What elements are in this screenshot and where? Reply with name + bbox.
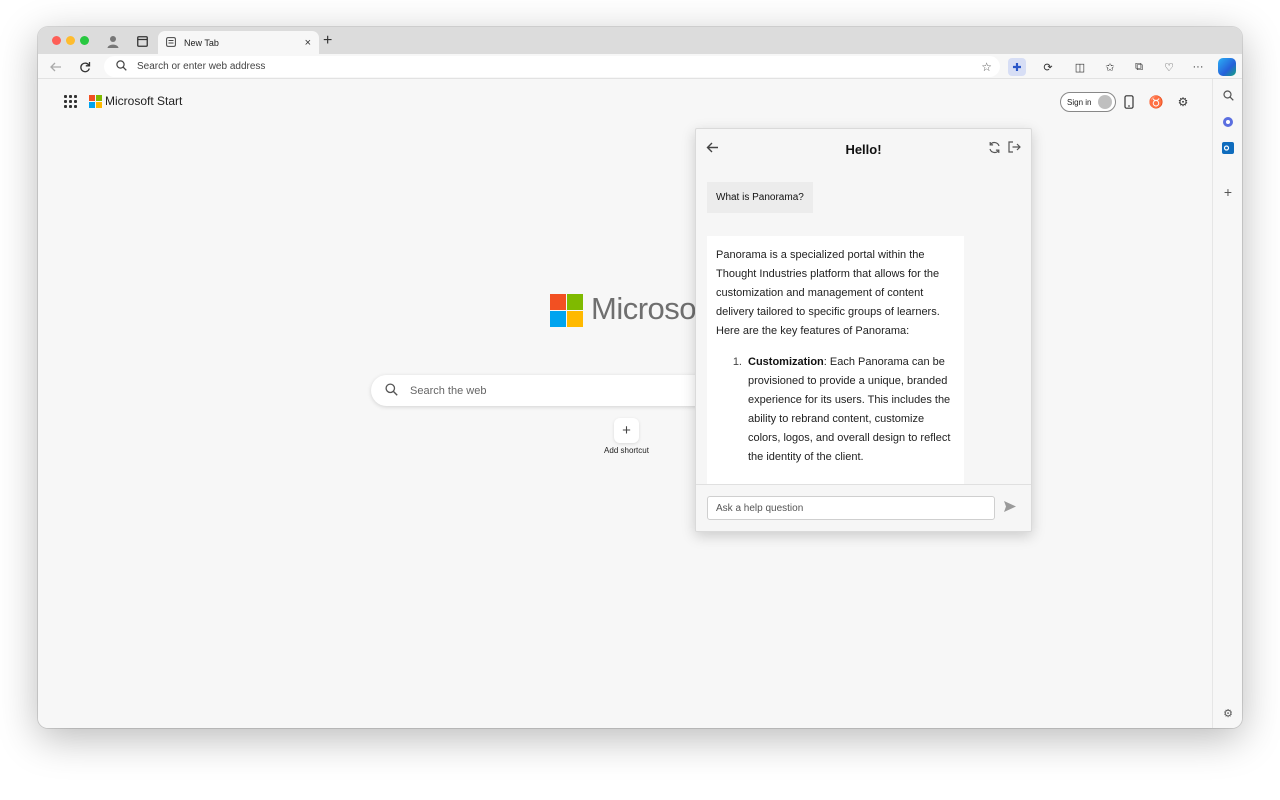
page-icon [166, 36, 176, 49]
browser-window: New Tab × + Search or enter web address … [38, 27, 1242, 728]
answer-intro: Panorama is a specialized portal within … [716, 249, 940, 337]
extension-active-icon[interactable]: ✚ [1008, 58, 1026, 76]
tab-actions-icon[interactable] [134, 33, 150, 49]
add-shortcut-button[interactable]: + [614, 418, 639, 443]
exit-icon[interactable] [1008, 141, 1021, 156]
favorite-star-icon[interactable]: ☆ [981, 60, 992, 74]
sidebar-outlook-icon[interactable] [1220, 140, 1236, 156]
copilot-icon[interactable] [1218, 58, 1236, 76]
minimize-window-button[interactable] [66, 36, 75, 45]
close-window-button[interactable] [52, 36, 61, 45]
avatar [1098, 95, 1112, 109]
browser-essentials-icon[interactable]: ♡ [1160, 58, 1178, 76]
send-icon[interactable] [1003, 500, 1017, 516]
tab-title: New Tab [184, 37, 219, 48]
tab-close-icon[interactable]: × [305, 37, 311, 49]
web-search-placeholder: Search the web [410, 384, 487, 397]
microsoft-logo-icon [89, 95, 102, 108]
more-menu-icon[interactable]: ··· [1189, 58, 1207, 76]
maximize-window-button[interactable] [80, 36, 89, 45]
favorites-icon[interactable]: ✩ [1101, 58, 1119, 76]
panel-header: Hello! [696, 129, 1031, 169]
add-shortcut-label: Add shortcut [604, 446, 649, 455]
back-arrow-icon[interactable] [706, 140, 719, 157]
search-icon [116, 59, 127, 74]
tab-new-tab[interactable]: New Tab × [158, 31, 319, 54]
extensions-puzzle-icon[interactable]: ⟳ [1039, 58, 1057, 76]
sidebar-add-icon[interactable]: + [1220, 184, 1236, 200]
panel-footer [696, 484, 1031, 531]
help-chat-panel: Hello! What is Panorama? Panorama is a s… [695, 128, 1032, 532]
refresh-icon[interactable] [76, 58, 94, 76]
microsoft-large-logo-icon [550, 294, 583, 327]
settings-gear-icon[interactable]: ⚙ [1175, 94, 1191, 110]
address-placeholder: Search or enter web address [137, 61, 266, 72]
sign-in-label: Sign in [1067, 97, 1092, 107]
answer-list: 1. Customization: Each Panorama can be p… [716, 353, 955, 467]
web-search-box[interactable]: Search the web [371, 375, 701, 406]
toolbar: Search or enter web address ☆ ✚ ⟳ ◫ ✩ ⧉ … [38, 54, 1242, 79]
search-icon [385, 382, 398, 399]
edge-sidebar: + ⚙ [1212, 79, 1242, 728]
list-item-number: 1. [732, 356, 742, 368]
help-question-input[interactable] [707, 496, 995, 520]
app-launcher-icon[interactable] [64, 95, 77, 108]
sidebar-search-icon[interactable] [1220, 87, 1236, 103]
user-message: What is Panorama? [707, 182, 813, 213]
sign-in-button[interactable]: Sign in [1060, 92, 1116, 112]
address-bar[interactable]: Search or enter web address ☆ [104, 56, 1000, 77]
phone-icon[interactable] [1121, 94, 1137, 110]
rewards-icon[interactable]: ♉ [1148, 94, 1164, 110]
list-item-text: : Each Panorama can be provisioned to pr… [748, 356, 951, 463]
collections-icon[interactable]: ⧉ [1130, 58, 1148, 76]
new-tab-button[interactable]: + [323, 32, 332, 50]
new-tab-page: Microsoft Start Microsoft Search the web… [38, 79, 1212, 728]
title-bar: New Tab × + [38, 27, 1242, 54]
list-item: 1. Customization: Each Panorama can be p… [716, 353, 955, 467]
back-icon[interactable] [47, 58, 65, 76]
microsoft-start-link[interactable]: Microsoft Start [105, 94, 182, 108]
assistant-message: Panorama is a specialized portal within … [707, 236, 964, 486]
profile-icon[interactable] [105, 33, 121, 49]
sidebar-settings-icon[interactable]: ⚙ [1220, 705, 1236, 721]
split-screen-icon[interactable]: ◫ [1071, 58, 1089, 76]
sidebar-copilot-app-icon[interactable] [1220, 114, 1236, 130]
refresh-chat-icon[interactable] [988, 141, 1001, 157]
list-item-term: Customization [748, 356, 824, 368]
panel-title: Hello! [845, 141, 882, 157]
list-item-body: Customization: Each Panorama can be prov… [748, 353, 955, 467]
